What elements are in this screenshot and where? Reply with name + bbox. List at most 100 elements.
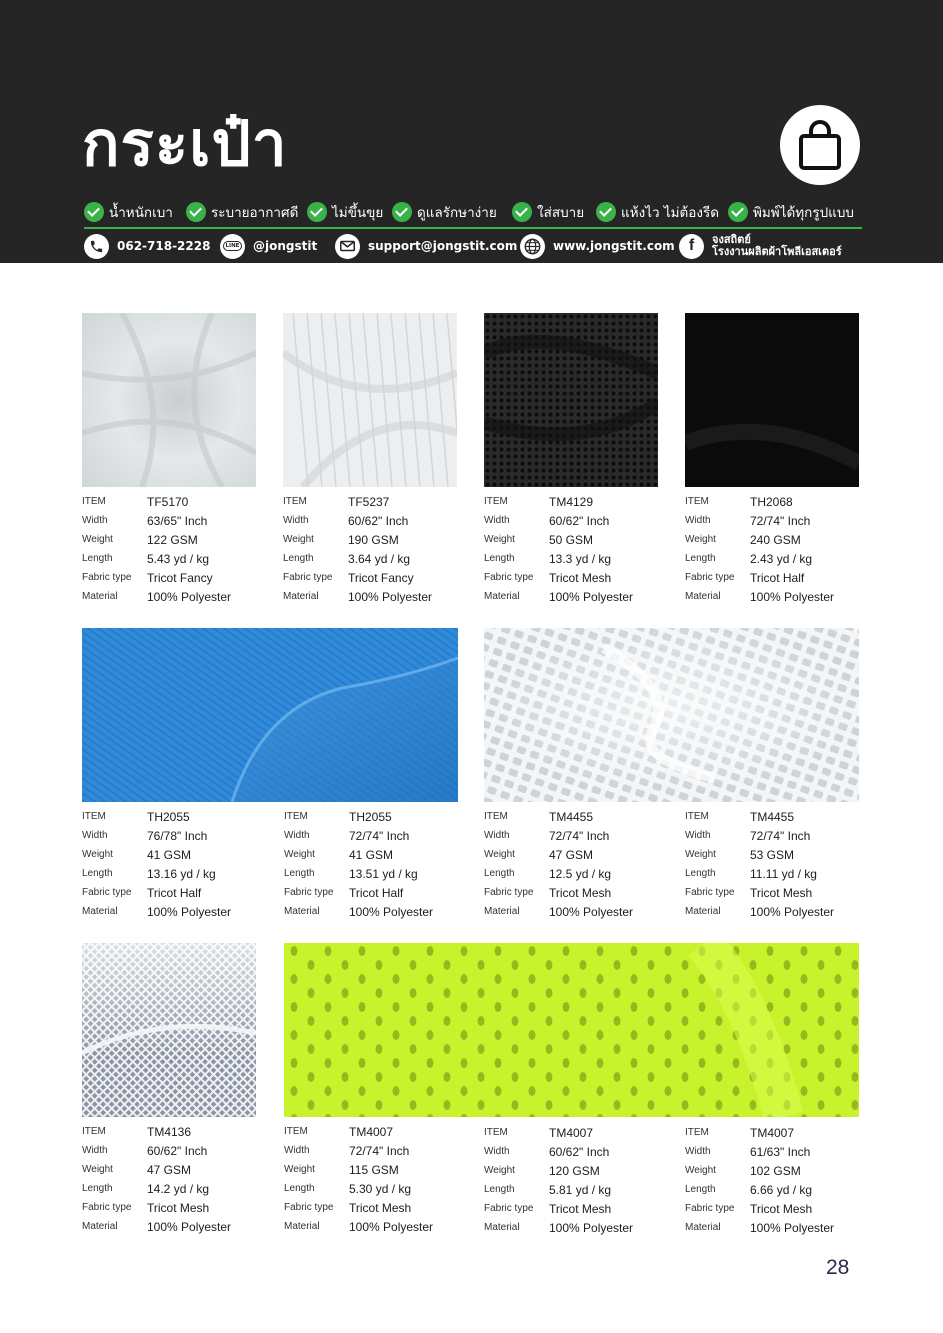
feature-item: ระบายอากาศดี	[186, 200, 298, 224]
length-value: 13.3 yd / kg	[549, 551, 612, 566]
weight-value: 41 GSM	[349, 847, 394, 862]
weight-value: 115 GSM	[349, 1162, 399, 1177]
item-code: TM4007	[349, 1124, 394, 1139]
spec-label: Weight	[283, 534, 314, 545]
spec-label: Fabric type	[685, 887, 735, 898]
product-spec-th2055-a: ITEM TH2055 Width 76/78" Inch Weight 41 GSM…	[82, 807, 272, 921]
width-value: 60/62" Inch	[549, 513, 610, 528]
line-icon: LINE	[220, 233, 245, 259]
feature-label: ไม่ขึ้นขุย	[332, 205, 384, 221]
spec-label: Length	[484, 553, 515, 564]
fabric-swatch-tm4129	[484, 313, 658, 487]
spec-label: Material	[284, 906, 320, 917]
fabric-type-value: Tricot Fancy	[147, 570, 213, 585]
product-spec-tm4129: ITEM TM4129 Width 60/62" Inch Weight 50 GSM…	[484, 492, 674, 606]
width-value: 76/78" Inch	[147, 828, 208, 843]
feature-item: ไม่ขึ้นขุย	[307, 200, 383, 224]
material-value: 100% Polyester	[549, 904, 634, 919]
contact-email[interactable]: support@jongstit.com	[335, 233, 517, 259]
spec-label: Material	[685, 591, 721, 602]
fabric-type-value: Tricot Mesh	[750, 1201, 813, 1216]
contact-phone[interactable]: 062-718-2228	[84, 233, 210, 259]
check-icon	[728, 202, 748, 222]
facebook-subtitle: โรงงานผลิตผ้าโพลีเอสเตอร์	[712, 245, 842, 258]
spec-label: Length	[484, 1184, 515, 1195]
spec-label: Weight	[685, 1165, 716, 1176]
header-banner: กระเป๋า น้ำหนักเบา ระบายอากาศดี ไม่ขึ้นข…	[0, 0, 943, 263]
fabric-type-value: Tricot Mesh	[750, 885, 813, 900]
spec-label: Length	[284, 1183, 315, 1194]
spec-label: Fabric type	[685, 572, 735, 583]
material-value: 100% Polyester	[750, 904, 835, 919]
check-icon	[307, 202, 327, 222]
spec-label: ITEM	[82, 811, 106, 822]
spec-label: Width	[484, 515, 510, 526]
email-address: support@jongstit.com	[368, 239, 518, 253]
facebook-icon: f	[679, 233, 704, 259]
width-value: 61/63" Inch	[750, 1144, 811, 1159]
fabric-type-value: Tricot Mesh	[549, 570, 612, 585]
spec-label: ITEM	[283, 496, 307, 507]
spec-label: ITEM	[484, 811, 508, 822]
fabric-type-value: Tricot Mesh	[349, 1200, 412, 1215]
length-value: 14.2 yd / kg	[147, 1181, 210, 1196]
length-value: 5.30 yd / kg	[349, 1181, 412, 1196]
width-value: 72/74" Inch	[349, 1143, 410, 1158]
product-spec-tm4455-b: ITEM TM4455 Width 72/74" Inch Weight 53 GSM…	[685, 807, 875, 921]
spec-label: Length	[284, 868, 315, 879]
weight-value: 50 GSM	[549, 532, 594, 547]
length-value: 2.43 yd / kg	[750, 551, 813, 566]
page-title: กระเป๋า	[82, 107, 288, 180]
item-code: TM4007	[750, 1125, 795, 1140]
website-url: www.jongstit.com	[553, 239, 675, 253]
item-code: TM4455	[750, 809, 795, 824]
fabric-swatch-th2055	[82, 628, 458, 802]
width-value: 60/62" Inch	[348, 513, 409, 528]
feature-label: ระบายอากาศดี	[211, 205, 299, 221]
weight-value: 47 GSM	[549, 847, 594, 862]
feature-label: แห้งไว ไม่ต้องรีด	[621, 205, 720, 221]
contact-website[interactable]: www.jongstit.com	[520, 233, 675, 259]
width-value: 60/62" Inch	[147, 1143, 208, 1158]
feature-item: ดูแลรักษาง่าย	[392, 200, 497, 224]
spec-label: Length	[82, 553, 113, 564]
width-value: 72/74" Inch	[750, 513, 811, 528]
feature-item: ใส่สบาย	[512, 200, 584, 224]
check-icon	[512, 202, 532, 222]
spec-label: Width	[284, 1145, 310, 1156]
fabric-type-value: Tricot Mesh	[549, 885, 612, 900]
material-value: 100% Polyester	[348, 589, 433, 604]
spec-label: Material	[484, 591, 520, 602]
item-code: TM4455	[549, 809, 594, 824]
spec-label: Width	[484, 1146, 510, 1157]
contact-facebook[interactable]: f จงสถิตย์ โรงงานผลิตผ้าโพลีเอสเตอร์	[679, 233, 842, 259]
spec-label: Length	[82, 868, 113, 879]
product-spec-th2068: ITEM TH2068 Width 72/74" Inch Weight 240 GS…	[685, 492, 875, 606]
spec-label: Weight	[484, 1165, 515, 1176]
contact-bar: 062-718-2228 LINE @jongstit support@jong…	[84, 233, 864, 261]
item-code: TH2055	[147, 809, 190, 824]
material-value: 100% Polyester	[750, 1220, 835, 1235]
width-value: 63/65" Inch	[147, 513, 208, 528]
feature-label: ดูแลรักษาง่าย	[417, 205, 497, 221]
spec-label: Fabric type	[82, 572, 132, 583]
mail-icon	[335, 233, 360, 259]
spec-label: Length	[685, 868, 716, 879]
item-code: TM4129	[549, 494, 594, 509]
fabric-swatch-tm4455	[484, 628, 860, 802]
spec-label: Fabric type	[82, 887, 132, 898]
spec-label: ITEM	[685, 811, 709, 822]
fabric-type-value: Tricot Half	[147, 885, 202, 900]
spec-label: Width	[685, 1146, 711, 1157]
check-icon	[596, 202, 616, 222]
spec-label: Weight	[685, 849, 716, 860]
spec-label: Weight	[685, 534, 716, 545]
spec-label: Width	[284, 830, 310, 841]
material-value: 100% Polyester	[549, 1220, 634, 1235]
feature-item: พิมพ์ได้ทุกรูปแบบ	[728, 200, 854, 224]
shopping-bag-icon	[799, 120, 841, 170]
contact-line[interactable]: LINE @jongstit	[220, 233, 317, 259]
spec-label: Material	[82, 906, 118, 917]
spec-label: Length	[82, 1183, 113, 1194]
spec-label: Width	[283, 515, 309, 526]
